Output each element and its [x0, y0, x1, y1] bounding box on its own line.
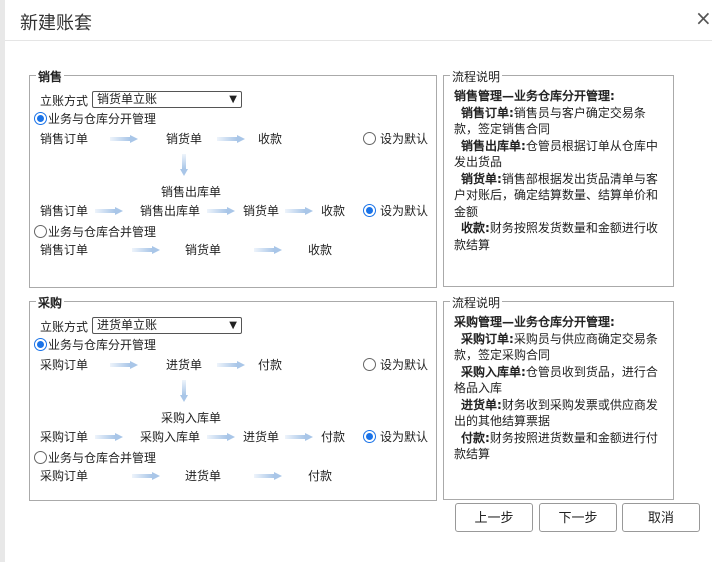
sales-separate-radio[interactable] — [34, 112, 47, 125]
sales-mode-select[interactable]: 销货单立账 ▼ — [92, 91, 242, 108]
purchase-flow2-step: 采购入库单 — [140, 430, 201, 444]
chevron-down-icon: ▼ — [229, 94, 237, 105]
sales-flow2-step: 销售出库单 — [140, 204, 201, 218]
purchase-flow3-step: 采购订单 — [40, 469, 89, 483]
arrow-right-icon — [285, 433, 313, 441]
divider — [5, 40, 712, 41]
purchase_desc-item: 付款:财务按照进货数量和金额进行付款结算 — [454, 430, 658, 462]
purchase_desc-item: 采购订单:采购员与供应商确定交易条款，签定采购合同 — [454, 331, 658, 363]
purchase-default2-radio[interactable] — [363, 430, 376, 443]
purchase-merged-label: 业务与仓库合并管理 — [48, 451, 157, 465]
sales-separate-label: 业务与仓库分开管理 — [48, 112, 157, 126]
purchase-mode-select[interactable]: 进货单立账 ▼ — [92, 317, 242, 334]
arrow-right-icon — [254, 246, 282, 254]
purchase-flow3-step: 付款 — [308, 469, 333, 483]
sales-default1-label: 设为默认 — [380, 132, 429, 146]
purchase_desc-item: 采购入库单:仓管员收到货品，进行合格品入库 — [454, 364, 658, 396]
prev-button[interactable]: 上一步 — [455, 503, 533, 532]
purchase-mid-step: 采购入库单 — [161, 411, 222, 425]
purchase-flow1-step: 付款 — [258, 358, 283, 372]
sales-flow1-step: 收款 — [258, 132, 283, 146]
sales-default1-radio[interactable] — [363, 132, 376, 145]
sales_desc-item: 收款:财务按照发货数量和金额进行收款结算 — [454, 221, 658, 252]
arrow-down-icon — [180, 380, 188, 402]
purchase_desc-legend: 流程说明 — [450, 294, 503, 311]
purchase-flow1-step: 采购订单 — [40, 358, 89, 372]
sales-flow3-step: 销货单 — [185, 243, 222, 257]
purchase-flow2-step: 进货单 — [243, 430, 280, 444]
sales-merged-radio[interactable] — [34, 225, 47, 238]
purchase-separate-radio[interactable] — [34, 338, 47, 351]
chevron-down-icon: ▼ — [229, 320, 237, 331]
dialog-title: 新建账套 — [20, 13, 92, 34]
purchase-default2-label: 设为默认 — [380, 430, 429, 444]
sales-default2-radio[interactable] — [363, 204, 376, 217]
purchase-merged-radio[interactable] — [34, 451, 47, 464]
background-edge — [0, 0, 5, 562]
arrow-right-icon — [132, 246, 160, 254]
purchase-flow2-step: 付款 — [321, 430, 346, 444]
arrow-right-icon — [132, 472, 160, 480]
purchase_desc-box: 流程说明采购管理—业务仓库分开管理: 采购订单:采购员与供应商确定交易条款，签定采… — [443, 294, 674, 500]
purchase_desc-heading: 采购管理—业务仓库分开管理: — [454, 315, 615, 329]
sales_desc-legend: 流程说明 — [450, 68, 503, 85]
sales_desc-box: 流程说明销售管理—业务仓库分开管理: 销售订单:销售员与客户确定交易条款，签定销售… — [443, 68, 674, 287]
sales_desc-item: 销售出库单:仓管员根据订单从仓库中发出货品 — [454, 138, 658, 170]
arrow-right-icon — [95, 207, 123, 215]
sales_desc-heading: 销售管理—业务仓库分开管理: — [454, 89, 615, 103]
arrow-right-icon — [217, 135, 245, 143]
sales_desc-item: 销货单:销售部根据发出货品清单与客户对账后，确定结算数量、结算单价和金额 — [454, 171, 659, 219]
arrow-right-icon — [254, 472, 282, 480]
sales-merged-label: 业务与仓库合并管理 — [48, 225, 157, 239]
purchase-separate-label: 业务与仓库分开管理 — [48, 338, 157, 352]
purchase-flow1-step: 进货单 — [166, 358, 203, 372]
cancel-button[interactable]: 取消 — [622, 503, 700, 532]
sales-flow1-step: 销售订单 — [40, 132, 89, 146]
sales-mid-step: 销售出库单 — [161, 185, 222, 199]
purchase-flow2-step: 采购订单 — [40, 430, 89, 444]
purchase-mode-value: 进货单立账 — [97, 318, 158, 332]
sales-flow2-step: 销售订单 — [40, 204, 89, 218]
sales-flow3-step: 收款 — [308, 243, 333, 257]
purchase-default1-label: 设为默认 — [380, 358, 429, 372]
purchase-mode-label: 立账方式 — [40, 320, 89, 334]
arrow-down-icon — [180, 154, 188, 176]
close-icon[interactable]: × — [695, 6, 712, 30]
sales-flow2-step: 销货单 — [243, 204, 280, 218]
purchase-default1-radio[interactable] — [363, 358, 376, 371]
arrow-right-icon — [217, 361, 245, 369]
purchase-flow3-step: 进货单 — [185, 469, 222, 483]
sales-legend: 销售 — [36, 68, 65, 85]
next-button[interactable]: 下一步 — [539, 503, 617, 532]
sales-flow2-step: 收款 — [321, 204, 346, 218]
sales-flow3-step: 销售订单 — [40, 243, 89, 257]
purchase_desc-item: 进货单:财务收到采购发票或供应商发出的其他结算票据 — [454, 397, 658, 429]
purchase-legend: 采购 — [36, 294, 65, 311]
arrow-right-icon — [207, 433, 235, 441]
arrow-right-icon — [95, 433, 123, 441]
sales-mode-value: 销货单立账 — [97, 92, 158, 106]
sales-flow1-step: 销货单 — [166, 132, 203, 146]
arrow-right-icon — [110, 135, 138, 143]
sales-default2-label: 设为默认 — [380, 204, 429, 218]
arrow-right-icon — [285, 207, 313, 215]
sales-mode-label: 立账方式 — [40, 94, 89, 108]
arrow-right-icon — [110, 361, 138, 369]
arrow-right-icon — [207, 207, 235, 215]
sales_desc-item: 销售订单:销售员与客户确定交易条款，签定销售合同 — [454, 105, 646, 137]
